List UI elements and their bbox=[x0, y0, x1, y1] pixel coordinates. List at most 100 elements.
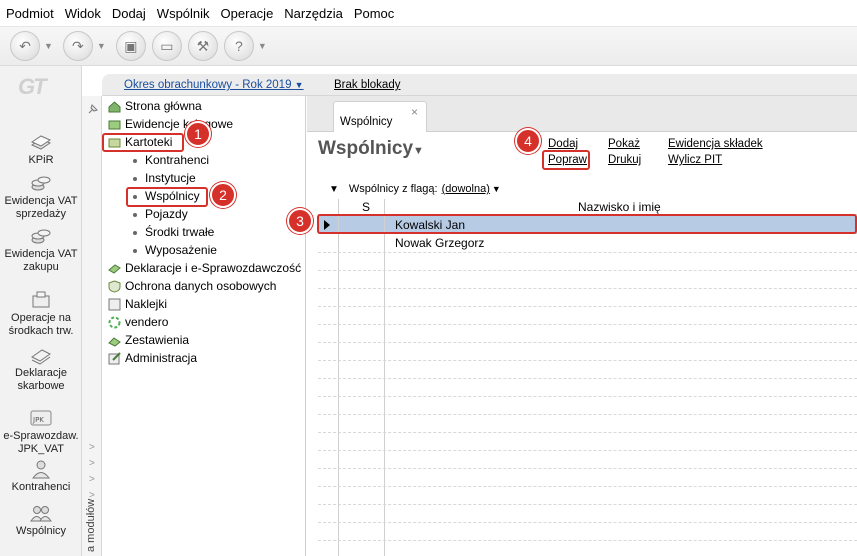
collapse-icon[interactable]: ▼ bbox=[329, 184, 339, 195]
add-link[interactable]: Dodaj bbox=[548, 138, 578, 150]
admin-icon bbox=[108, 351, 121, 364]
callout-badge-3: 3 bbox=[287, 208, 313, 234]
navigation-tree: Strona główna Ewidencje księgowe Kartote… bbox=[102, 96, 306, 556]
tree-item-deklaracje[interactable]: Deklaracje i e-Sprawozdawczość bbox=[108, 261, 301, 275]
calc-pit-link[interactable]: Wylicz PIT bbox=[668, 154, 722, 166]
show-link[interactable]: Pokaż bbox=[608, 138, 640, 150]
chevron-down-icon[interactable]: ▼ bbox=[258, 41, 267, 51]
tree-item-naklejki[interactable]: Naklejki bbox=[108, 297, 167, 311]
help-icon[interactable]: ? bbox=[223, 31, 254, 61]
menu-wspolnik[interactable]: Wspólnik bbox=[157, 6, 210, 21]
menu-narzedzia[interactable]: Narzędzia bbox=[284, 6, 343, 21]
module-vat-sprzedazy[interactable]: Ewidencja VAT sprzedaży bbox=[0, 173, 82, 221]
tools-icon[interactable]: ⚒ bbox=[187, 31, 218, 61]
tree-item-administracja[interactable]: Administracja bbox=[108, 351, 197, 365]
grid-line bbox=[318, 468, 857, 469]
column-header-name[interactable]: Nazwisko i imię bbox=[578, 200, 661, 214]
stamp-icon[interactable]: ▣ bbox=[115, 31, 146, 61]
eraser-icon[interactable]: ▭ bbox=[151, 31, 182, 61]
module-kpir[interactable]: KPiR bbox=[0, 132, 82, 167]
ledger-icon bbox=[108, 120, 121, 129]
declaration-icon bbox=[108, 263, 121, 274]
tree-sub-pojazdy[interactable]: Pojazdy bbox=[133, 207, 188, 221]
module-jpk-vat[interactable]: JPK e-Sprawozdaw. JPK_VAT bbox=[0, 408, 82, 456]
module-label: Ewidencja VAT zakupu bbox=[4, 248, 78, 273]
coins-icon bbox=[31, 229, 51, 244]
person-icon bbox=[32, 460, 50, 479]
page-title[interactable]: Wspólnicy▼ bbox=[318, 138, 424, 160]
module-label: Kontrahenci bbox=[11, 481, 71, 493]
tree-item-label: Kartoteki bbox=[125, 135, 173, 149]
chevron-right-icon[interactable]: > bbox=[89, 474, 95, 485]
module-wspolnicy[interactable]: Wspólnicy bbox=[0, 503, 82, 538]
chevron-right-icon[interactable]: > bbox=[89, 442, 95, 453]
module-srodki-trwale[interactable]: Operacje na środkach trw. bbox=[0, 290, 82, 338]
chevron-down-icon[interactable]: ▼ bbox=[492, 184, 501, 194]
tree-item-label: Ewidencje księgowe bbox=[125, 117, 234, 131]
gt-logo: GT bbox=[18, 74, 47, 99]
tree-item-vendero[interactable]: vendero bbox=[108, 315, 168, 329]
chevron-down-icon[interactable]: ▼ bbox=[97, 41, 106, 51]
grid-line bbox=[318, 306, 857, 307]
tree-item-strona-glowna[interactable]: Strona główna bbox=[108, 99, 202, 113]
toolbar: ↶ ▼ ↷ ▼ ▣ ▭ ⚒ ? ▼ bbox=[0, 26, 857, 66]
module-label: Operacje na środkach trw. bbox=[8, 312, 74, 337]
column-header-s[interactable]: S bbox=[362, 200, 370, 214]
menu-podmiot[interactable]: Podmiot bbox=[6, 6, 54, 21]
tree-item-zestawienia[interactable]: Zestawienia bbox=[108, 333, 189, 347]
module-vat-zakupu[interactable]: Ewidencja VAT zakupu bbox=[0, 226, 82, 274]
grid-line bbox=[318, 450, 857, 451]
modules-sidebar: GT KPiR Ewidencja VAT sprzedaży Ewidencj… bbox=[0, 66, 82, 556]
grid-line bbox=[318, 342, 857, 343]
tree-item-label: vendero bbox=[125, 315, 169, 329]
pin-icon[interactable] bbox=[86, 102, 100, 116]
tree-item-label: Deklaracje i e-Sprawozdawczość bbox=[125, 261, 302, 275]
close-icon[interactable]: × bbox=[411, 105, 418, 119]
tree-item-ochrona-danych[interactable]: Ochrona danych osobowych bbox=[108, 279, 276, 293]
forward-icon[interactable]: ↷ bbox=[62, 31, 93, 61]
tree-sub-kontrahenci[interactable]: Kontrahenci bbox=[132, 153, 209, 167]
module-deklaracje[interactable]: Deklaracje skarbowe bbox=[0, 345, 82, 393]
tab-strip: Wspólnicy × bbox=[307, 96, 857, 133]
period-label: Okres obrachunkowy - Rok 2019 bbox=[124, 79, 292, 91]
tree-sub-wspolnicy[interactable]: Wspólnicy bbox=[133, 189, 200, 203]
module-label: KPiR bbox=[28, 154, 54, 166]
tree-sub-instytucje[interactable]: Instytucje bbox=[133, 171, 196, 185]
filter-value[interactable]: (dowolna) bbox=[442, 183, 490, 195]
folder-icon bbox=[108, 138, 121, 147]
row-pointer-icon bbox=[324, 220, 330, 230]
grid-line bbox=[318, 540, 857, 541]
lock-link[interactable]: Brak blokady bbox=[334, 79, 400, 91]
callout-badge-1: 1 bbox=[185, 121, 211, 147]
callout-badge-2: 2 bbox=[210, 182, 236, 208]
period-link[interactable]: Okres obrachunkowy - Rok 2019 ▼ bbox=[124, 79, 304, 91]
menu-operacje[interactable]: Operacje bbox=[221, 6, 274, 21]
tree-item-ewidencje[interactable]: Ewidencje księgowe bbox=[108, 117, 233, 131]
home-icon bbox=[108, 100, 121, 112]
grid-line bbox=[318, 270, 857, 271]
modules-toggle-strip[interactable]: > > > > a modułów bbox=[82, 96, 102, 556]
chevron-right-icon[interactable]: > bbox=[89, 458, 95, 469]
menu-widok[interactable]: Widok bbox=[65, 6, 101, 21]
chevron-down-icon[interactable]: ▼ bbox=[44, 41, 53, 51]
tree-item-label: Naklejki bbox=[125, 297, 168, 311]
grid-line bbox=[318, 486, 857, 487]
contributions-link[interactable]: Ewidencja składek bbox=[668, 138, 763, 150]
main-panel: Wspólnicy▼ Dodaj Popraw Pokaż Drukuj Ewi… bbox=[307, 132, 857, 556]
flag-filter: ▼ Wspólnicy z flagą: (dowolna) ▼ bbox=[329, 183, 501, 195]
tree-sub-wyposazenie[interactable]: Wyposażenie bbox=[133, 243, 217, 257]
menu-dodaj[interactable]: Dodaj bbox=[112, 6, 146, 21]
module-kontrahenci[interactable]: Kontrahenci bbox=[0, 459, 82, 494]
table-row[interactable]: Nowak Grzegorz bbox=[318, 234, 857, 252]
print-link[interactable]: Drukuj bbox=[608, 154, 641, 166]
tab-wspolnicy[interactable]: Wspólnicy × bbox=[333, 101, 427, 133]
grid-line bbox=[318, 252, 857, 253]
menu-pomoc[interactable]: Pomoc bbox=[354, 6, 394, 21]
edit-link[interactable]: Popraw bbox=[548, 154, 587, 166]
declaration-icon bbox=[31, 349, 51, 365]
table-row[interactable]: Kowalski Jan bbox=[318, 216, 857, 234]
back-icon[interactable]: ↶ bbox=[10, 31, 40, 61]
grid-header: S Nazwisko i imię bbox=[318, 199, 857, 215]
tree-item-kartoteki[interactable]: Kartoteki bbox=[108, 135, 172, 149]
tree-sub-srodki-trwale[interactable]: Środki trwałe bbox=[132, 225, 214, 239]
